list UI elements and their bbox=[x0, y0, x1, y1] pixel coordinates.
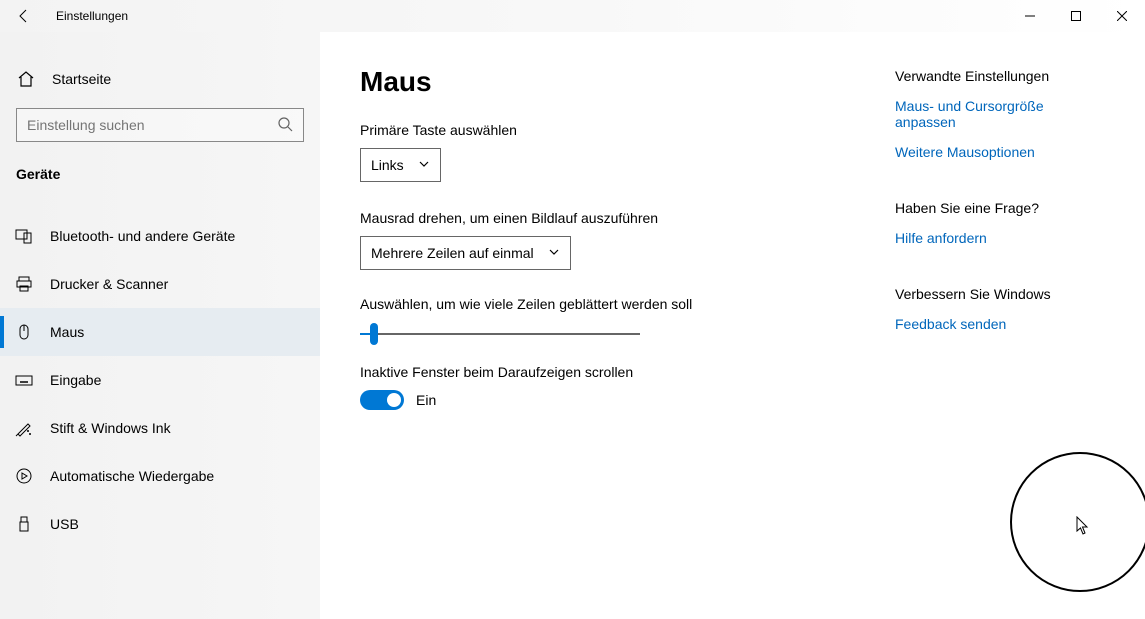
link-get-help[interactable]: Hilfe anfordern bbox=[895, 230, 1105, 246]
autoplay-icon bbox=[14, 466, 34, 486]
sidebar-item-label: Bluetooth- und andere Geräte bbox=[50, 228, 235, 244]
link-cursor-size[interactable]: Maus- und Cursorgröße anpassen bbox=[895, 98, 1105, 130]
wheel-select[interactable]: Mehrere Zeilen auf einmal bbox=[360, 236, 571, 270]
help-heading: Haben Sie eine Frage? bbox=[895, 200, 1105, 216]
search-input[interactable] bbox=[27, 117, 277, 133]
sidebar-item-label: USB bbox=[50, 516, 79, 532]
home-label: Startseite bbox=[52, 71, 111, 87]
inactive-label: Inaktive Fenster beim Daraufzeigen scrol… bbox=[360, 364, 865, 380]
home-icon bbox=[16, 70, 36, 88]
lines-label: Auswählen, um wie viele Zeilen geblätter… bbox=[360, 296, 865, 312]
toggle-knob bbox=[387, 393, 401, 407]
inactive-value: Ein bbox=[416, 392, 436, 408]
minimize-button[interactable] bbox=[1007, 0, 1053, 32]
primary-button-label: Primäre Taste auswählen bbox=[360, 122, 865, 138]
maximize-button[interactable] bbox=[1053, 0, 1099, 32]
sidebar-category: Geräte bbox=[0, 160, 320, 194]
chevron-down-icon bbox=[418, 157, 430, 173]
sidebar-item-label: Maus bbox=[50, 324, 84, 340]
feedback-heading: Verbessern Sie Windows bbox=[895, 286, 1105, 302]
cursor-pointer-icon bbox=[1076, 516, 1090, 536]
inactive-scroll-toggle[interactable] bbox=[360, 390, 404, 410]
back-button[interactable] bbox=[0, 0, 48, 32]
keyboard-icon bbox=[14, 370, 34, 390]
sidebar-item-label: Drucker & Scanner bbox=[50, 276, 168, 292]
main-content: Maus Primäre Taste auswählen Links Mausr… bbox=[320, 32, 1145, 619]
wheel-label: Mausrad drehen, um einen Bildlauf auszuf… bbox=[360, 210, 865, 226]
wheel-value: Mehrere Zeilen auf einmal bbox=[371, 245, 534, 261]
slider-thumb[interactable] bbox=[370, 323, 378, 345]
window-title: Einstellungen bbox=[56, 9, 128, 23]
window-controls bbox=[1007, 0, 1145, 32]
chevron-down-icon bbox=[548, 245, 560, 261]
link-feedback[interactable]: Feedback senden bbox=[895, 316, 1105, 332]
link-more-mouse-options[interactable]: Weitere Mausoptionen bbox=[895, 144, 1105, 160]
usb-icon bbox=[14, 514, 34, 534]
sidebar-item-label: Stift & Windows Ink bbox=[50, 420, 171, 436]
slider-track bbox=[360, 333, 640, 335]
pen-icon bbox=[14, 418, 34, 438]
search-icon bbox=[277, 116, 293, 135]
sidebar-item-printers[interactable]: Drucker & Scanner bbox=[0, 260, 320, 308]
close-button[interactable] bbox=[1099, 0, 1145, 32]
devices-icon bbox=[14, 226, 34, 246]
sidebar-item-bluetooth[interactable]: Bluetooth- und andere Geräte bbox=[0, 212, 320, 260]
sidebar-item-pen[interactable]: Stift & Windows Ink bbox=[0, 404, 320, 452]
search-input-wrap[interactable] bbox=[16, 108, 304, 142]
titlebar: Einstellungen bbox=[0, 0, 1145, 32]
primary-button-value: Links bbox=[371, 157, 404, 173]
primary-button-select[interactable]: Links bbox=[360, 148, 441, 182]
sidebar: Startseite Geräte Bluetooth- und andere … bbox=[0, 32, 320, 619]
mouse-icon bbox=[14, 322, 34, 342]
sidebar-nav: Bluetooth- und andere Geräte Drucker & S… bbox=[0, 212, 320, 548]
home-button[interactable]: Startseite bbox=[0, 60, 320, 98]
related-heading: Verwandte Einstellungen bbox=[895, 68, 1105, 84]
sidebar-item-label: Eingabe bbox=[50, 372, 101, 388]
sidebar-item-typing[interactable]: Eingabe bbox=[0, 356, 320, 404]
sidebar-item-usb[interactable]: USB bbox=[0, 500, 320, 548]
page-title: Maus bbox=[360, 66, 865, 98]
sidebar-item-autoplay[interactable]: Automatische Wiedergabe bbox=[0, 452, 320, 500]
sidebar-item-label: Automatische Wiedergabe bbox=[50, 468, 214, 484]
sidebar-item-mouse[interactable]: Maus bbox=[0, 308, 320, 356]
lines-slider[interactable] bbox=[360, 322, 640, 346]
printer-icon bbox=[14, 274, 34, 294]
